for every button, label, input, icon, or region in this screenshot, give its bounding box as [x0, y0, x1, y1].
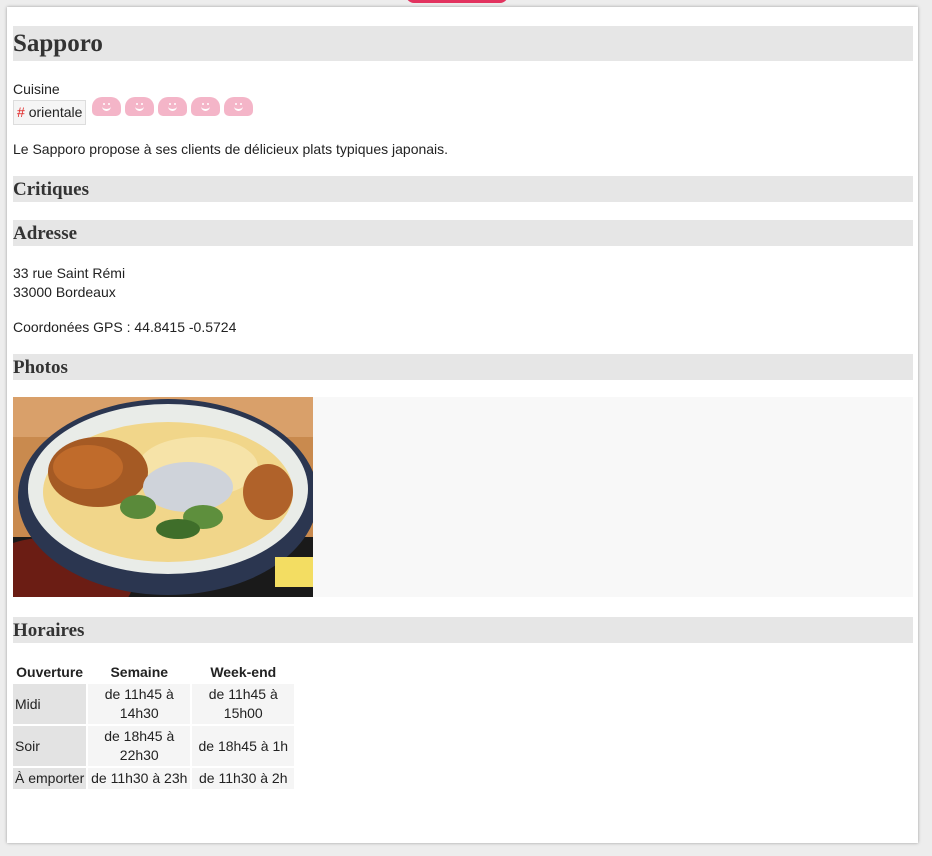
address-street: 33 rue Saint Rémi	[13, 265, 126, 281]
section-title-adresse: Adresse	[13, 220, 913, 246]
hours-row-label: Soir	[13, 726, 87, 766]
hours-row-label: À emporter	[13, 768, 87, 789]
hours-header-semaine: Semaine	[88, 663, 191, 682]
smiley-face-icon	[92, 97, 122, 116]
restaurant-description: Le Sapporo propose à ses clients de déli…	[13, 141, 449, 157]
hours-header-weekend: Week-end	[192, 663, 295, 682]
smiley-face-icon	[125, 97, 155, 116]
table-row: Midi de 11h45 à 14h30 de 11h45 à 15h00	[13, 684, 295, 724]
hours-cell-semaine: de 11h30 à 23h	[88, 768, 191, 789]
section-title-critiques: Critiques	[13, 176, 913, 202]
address-block: 33 rue Saint Rémi 33000 Bordeaux	[13, 264, 913, 302]
opening-hours-table: Ouverture Semaine Week-end Midi de 11h45…	[11, 661, 296, 791]
rating	[92, 97, 257, 116]
top-menu-tab[interactable]	[406, 0, 508, 3]
cuisine-label: Cuisine	[13, 81, 60, 97]
cuisine-row: # orientale	[13, 97, 913, 125]
restaurant-name: Sapporo	[13, 26, 913, 61]
cuisine-tag-label: orientale	[28, 104, 83, 120]
table-row: À emporter de 11h30 à 23h de 11h30 à 2h	[13, 768, 295, 789]
restaurant-content: Sapporo Cuisine # orientale Le Sapporo p…	[13, 7, 913, 791]
hours-cell-semaine: de 11h45 à 14h30	[88, 684, 191, 724]
katsudon-photo-image	[13, 397, 313, 597]
food-photo[interactable]	[13, 397, 313, 597]
address-city: 33000 Bordeaux	[13, 284, 116, 300]
hash-icon: #	[17, 104, 25, 120]
hours-cell-weekend: de 11h30 à 2h	[192, 768, 295, 789]
hours-header-ouverture: Ouverture	[13, 663, 87, 682]
cuisine-tag[interactable]: # orientale	[13, 100, 87, 125]
hours-header-row: Ouverture Semaine Week-end	[13, 663, 295, 682]
photo-gallery	[13, 397, 913, 597]
hours-row-label: Midi	[13, 684, 87, 724]
gps-coordinates: Coordonées GPS : 44.8415 -0.5724	[13, 319, 237, 335]
restaurant-panel: Sapporo Cuisine # orientale Le Sapporo p…	[7, 7, 918, 843]
section-title-photos: Photos	[13, 354, 913, 380]
hours-cell-weekend: de 18h45 à 1h	[192, 726, 295, 766]
section-title-horaires: Horaires	[13, 617, 913, 643]
smiley-face-icon	[158, 97, 188, 116]
table-row: Soir de 18h45 à 22h30 de 18h45 à 1h	[13, 726, 295, 766]
smiley-face-icon	[191, 97, 221, 116]
hours-cell-semaine: de 18h45 à 22h30	[88, 726, 191, 766]
smiley-face-icon	[224, 97, 254, 116]
hours-cell-weekend: de 11h45 à 15h00	[192, 684, 295, 724]
